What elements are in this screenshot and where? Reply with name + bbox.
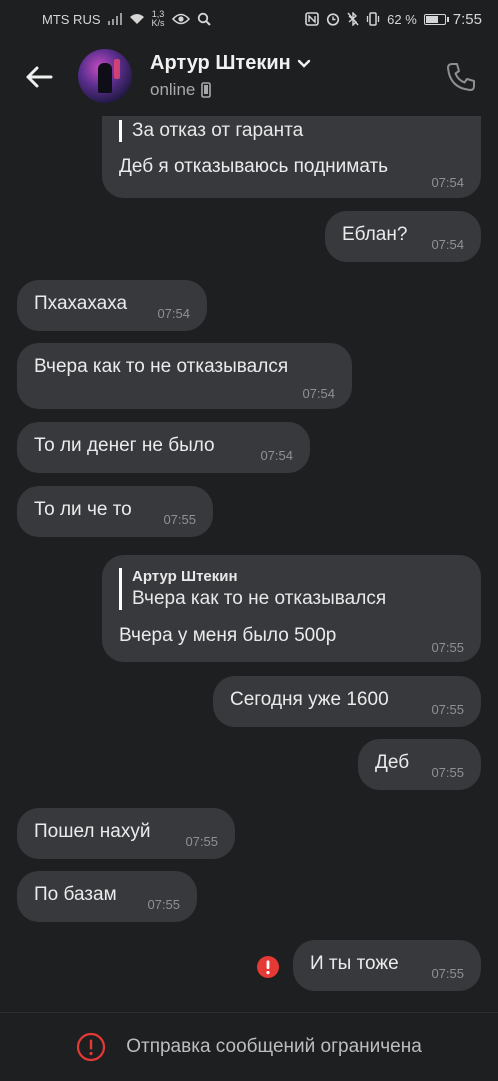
message-bubble[interactable]: Вчера как то не отказывался 07:54 <box>17 343 352 409</box>
message-time: 07:55 <box>147 897 180 912</box>
search-icon <box>197 12 211 26</box>
message-text: Пошел нахуй <box>34 821 151 842</box>
quote-text: За отказ от гаранта <box>132 120 304 141</box>
message-time: 07:54 <box>157 306 190 321</box>
nfc-icon <box>305 12 319 26</box>
message-bubble[interactable]: Пхахахаха 07:54 <box>17 280 207 331</box>
avatar-glow <box>114 59 120 79</box>
contact-avatar[interactable] <box>78 49 132 103</box>
message-time: 07:54 <box>431 237 464 252</box>
eye-icon <box>171 13 190 25</box>
alarm-icon <box>327 13 340 26</box>
messaging-restricted-banner: Отправка сообщений ограничена <box>0 1012 498 1081</box>
vibrate-icon <box>367 12 380 26</box>
wifi-icon <box>129 14 144 24</box>
contact-status: online <box>150 80 212 100</box>
message-time: 07:55 <box>431 702 464 717</box>
message-time: 07:54 <box>260 448 293 463</box>
message-list[interactable]: За отказ от гаранта Деб я отказываюсь по… <box>0 116 498 1012</box>
phone-icon <box>447 63 475 91</box>
message-text: По базам <box>34 884 117 905</box>
alert-circle-icon <box>77 1032 106 1062</box>
send-failed-button[interactable] <box>257 956 279 983</box>
message-time: 07:54 <box>302 386 335 401</box>
message-text: Еблан? <box>342 224 408 245</box>
message-bubble[interactable]: То ли че то 07:55 <box>17 486 213 537</box>
message-bubble[interactable]: Артур Штекин Вчера как то не отказывался… <box>102 555 481 662</box>
message-text: Деб я отказываюсь поднимать <box>119 156 389 177</box>
message-time: 07:55 <box>163 512 196 527</box>
quote-author: Артур Штекин <box>132 568 238 585</box>
message-text: Пхахахаха <box>34 293 128 314</box>
contact-name[interactable]: Артур Штекин <box>150 52 311 75</box>
chat-header: Артур Штекин online <box>0 38 498 116</box>
message-bubble[interactable]: То ли денег не было 07:54 <box>17 422 310 473</box>
reply-quote[interactable]: Артур Штекин Вчера как то не отказывался <box>119 568 386 610</box>
message-text: То ли денег не было <box>34 435 215 456</box>
message-text: И ты тоже <box>310 953 399 974</box>
clock: 7:55 <box>452 10 482 28</box>
bluetooth-off-icon <box>347 12 359 26</box>
back-button[interactable] <box>22 60 56 94</box>
message-time: 07:55 <box>431 640 464 655</box>
network-speed: 1,3 K/s <box>151 9 165 28</box>
mobile-device-icon <box>201 82 212 98</box>
battery-percent: 62 % <box>387 11 417 27</box>
error-icon <box>257 956 279 978</box>
signal-icon <box>107 13 122 25</box>
message-bubble[interactable]: И ты тоже 07:55 <box>293 940 481 991</box>
message-time: 07:54 <box>431 175 464 190</box>
message-time: 07:55 <box>185 834 218 849</box>
message-text: То ли че то <box>34 499 132 520</box>
arrow-left-icon <box>26 66 53 88</box>
message-bubble[interactable]: Пошел нахуй 07:55 <box>17 808 235 859</box>
message-bubble[interactable]: За отказ от гаранта Деб я отказываюсь по… <box>102 116 481 198</box>
message-time: 07:55 <box>431 765 464 780</box>
message-bubble[interactable]: Сегодня уже 1600 07:55 <box>213 676 481 727</box>
carrier-label: MTS RUS <box>42 11 101 27</box>
status-bar: MTS RUS 1,3 K/s 62 % 7:55 <box>0 0 498 38</box>
battery-level <box>425 15 439 23</box>
message-bubble[interactable]: По базам 07:55 <box>17 871 197 922</box>
message-text: Вчера у меня было 500р <box>119 625 337 646</box>
restriction-text: Отправка сообщений ограничена <box>126 1036 422 1057</box>
reply-quote[interactable]: За отказ от гаранта <box>119 120 303 142</box>
message-text: Вчера как то не отказывался <box>34 356 289 377</box>
message-text: Деб <box>375 752 410 773</box>
chevron-down-icon <box>297 59 310 68</box>
quote-text: Вчера как то не отказывался <box>132 588 387 609</box>
message-text: Сегодня уже 1600 <box>230 689 389 710</box>
message-bubble[interactable]: Еблан? 07:54 <box>325 211 481 262</box>
message-bubble[interactable]: Деб 07:55 <box>358 739 481 790</box>
avatar-figure <box>98 63 112 93</box>
message-time: 07:55 <box>431 966 464 981</box>
battery-icon <box>423 13 449 25</box>
call-button[interactable] <box>444 60 478 99</box>
